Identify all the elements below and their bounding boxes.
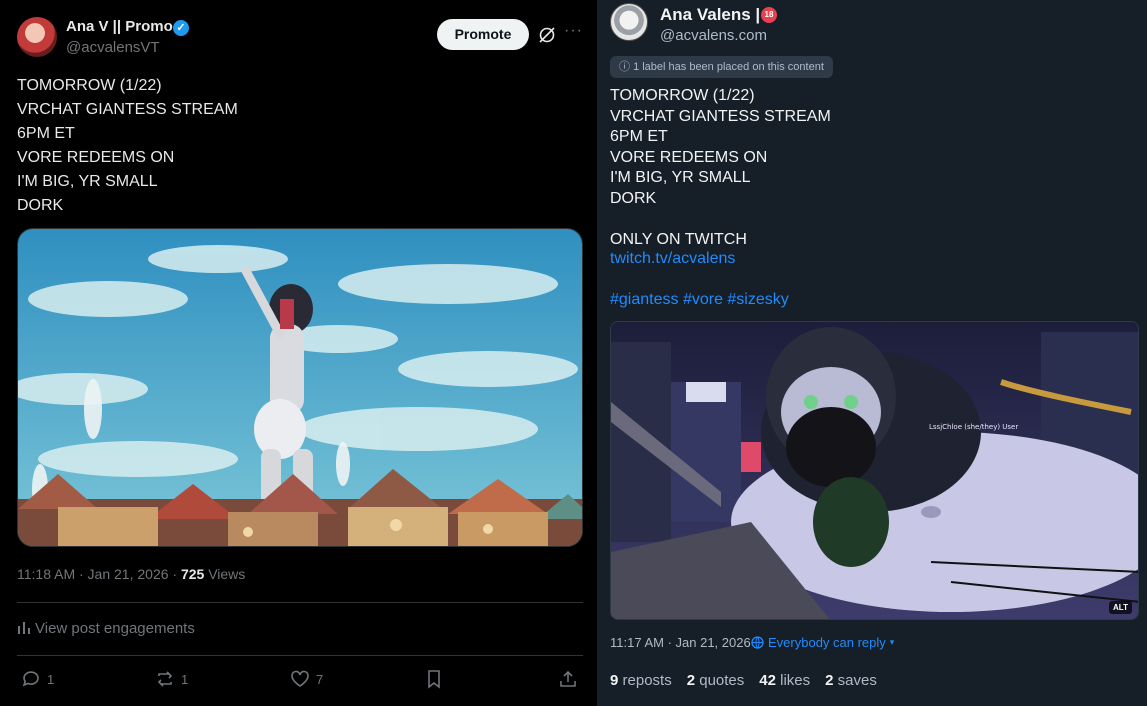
info-icon: ⓘ bbox=[619, 61, 634, 73]
verified-badge-icon: ✓ bbox=[173, 20, 189, 36]
like-count: 7 bbox=[316, 671, 324, 687]
bookmark-icon bbox=[428, 670, 440, 689]
bluesky-post-panel: Ana Valens | 18 @acvalens.com ⓘ 1 label … bbox=[597, 0, 1147, 706]
share-button[interactable] bbox=[558, 667, 578, 691]
saves-stat[interactable]: 2 saves bbox=[825, 672, 877, 689]
handle[interactable]: @acvalens.com bbox=[660, 27, 767, 44]
quotes-stat[interactable]: 2 quotes bbox=[687, 672, 745, 689]
giantess-city-scene: LssjChloe (she/they) User bbox=[611, 322, 1138, 619]
avatar[interactable] bbox=[610, 3, 648, 41]
likes-stat[interactable]: 42 likes bbox=[759, 672, 810, 689]
reply-button[interactable]: 1 bbox=[21, 667, 54, 691]
post-timestamp: 11:17 AM · Jan 21, 2026 bbox=[610, 635, 751, 650]
views-count: 725 bbox=[180, 566, 205, 582]
promote-button[interactable]: Promote bbox=[437, 19, 529, 50]
giantess-sky-scene bbox=[18, 229, 582, 546]
repost-count: 1 bbox=[181, 671, 189, 687]
post-stats: 9 reposts 2 quotes 42 likes 2 saves bbox=[610, 672, 877, 689]
reply-settings-button[interactable]: Everybody can reply ▾ bbox=[751, 635, 894, 650]
handle[interactable]: @acvalensVT bbox=[66, 39, 160, 56]
chevron-down-icon: ▾ bbox=[889, 637, 895, 647]
more-options-icon[interactable]: ··· bbox=[564, 22, 583, 40]
grok-icon[interactable] bbox=[537, 25, 557, 45]
adult-content-badge: 18 bbox=[761, 7, 777, 23]
divider bbox=[17, 655, 583, 656]
content-label-notice[interactable]: ⓘ 1 label has been placed on this conten… bbox=[610, 56, 833, 78]
post-image[interactable] bbox=[17, 228, 583, 547]
view-engagements-link[interactable]: View post engagements bbox=[17, 620, 195, 637]
display-name[interactable]: Ana V || Promo bbox=[66, 18, 173, 35]
heart-icon bbox=[291, 670, 309, 687]
repost-button[interactable]: 1 bbox=[155, 667, 188, 691]
reply-icon bbox=[22, 671, 39, 687]
like-button[interactable]: 7 bbox=[290, 667, 323, 691]
post-text: TOMORROW (1/22) VRCHAT GIANTESS STREAM 6… bbox=[610, 87, 831, 248]
divider bbox=[17, 602, 583, 603]
image-overlay-name: LssjChloe (she/they) User bbox=[929, 423, 1018, 431]
hashtags[interactable]: #giantess #vore #sizesky bbox=[610, 291, 789, 309]
repost-icon bbox=[157, 671, 173, 687]
globe-icon bbox=[751, 636, 764, 649]
bookmark-button[interactable] bbox=[424, 667, 444, 691]
display-name[interactable]: Ana Valens | bbox=[660, 5, 760, 25]
post-image[interactable]: LssjChloe (she/they) User ALT bbox=[610, 321, 1139, 620]
post-text: TOMORROW (1/22) VRCHAT GIANTESS STREAM 6… bbox=[17, 77, 238, 214]
reply-count: 1 bbox=[47, 671, 55, 687]
share-icon bbox=[560, 670, 576, 687]
avatar[interactable] bbox=[17, 17, 57, 57]
x-post-panel: Ana V || Promo ✓ @acvalensVT Promote ···… bbox=[0, 0, 597, 706]
alt-text-badge[interactable]: ALT bbox=[1109, 601, 1132, 614]
post-timestamp: 11:18 AM · Jan 21, 2026 · 725 Views bbox=[17, 566, 246, 582]
reposts-stat[interactable]: 9 reposts bbox=[610, 672, 672, 689]
analytics-icon bbox=[18, 622, 30, 634]
twitch-link[interactable]: twitch.tv/acvalens bbox=[610, 250, 735, 268]
